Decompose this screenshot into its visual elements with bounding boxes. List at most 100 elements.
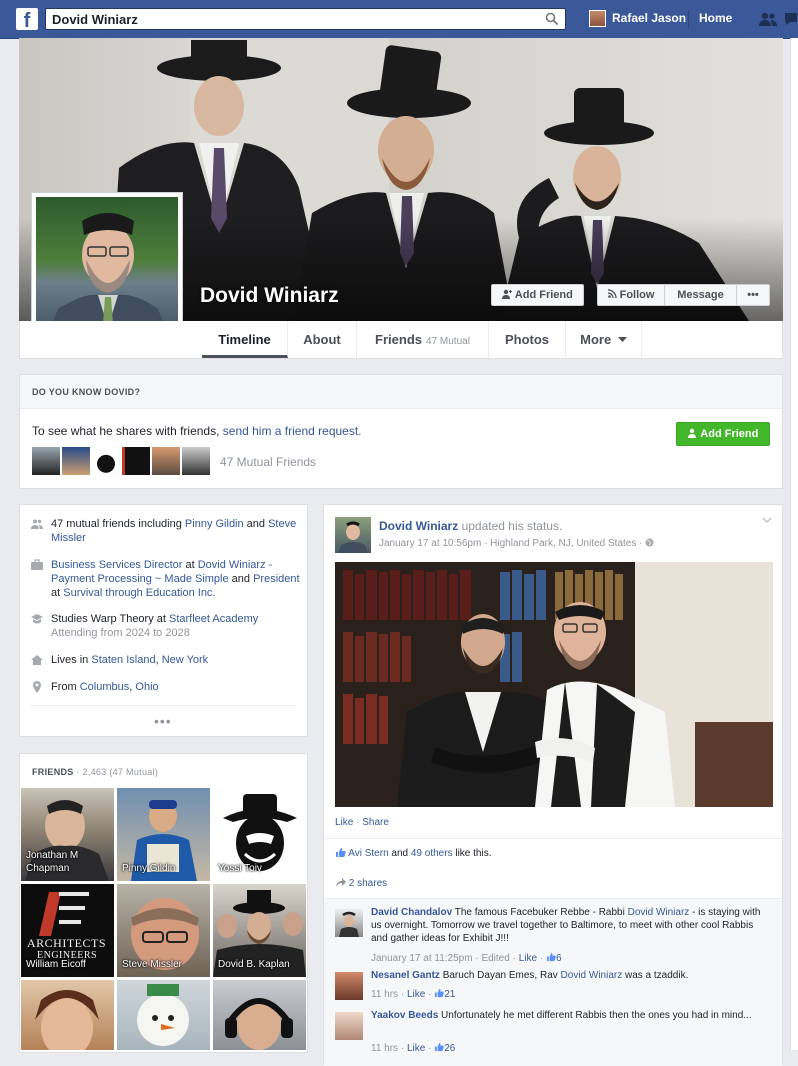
friend-tile[interactable]: Jonathan M Chapman	[21, 788, 114, 881]
city-link[interactable]: Columbus	[80, 681, 130, 693]
send-friend-request-link[interactable]: send him a friend request.	[223, 424, 362, 438]
do-you-know-prefix: To see what he shares with friends,	[32, 424, 223, 438]
post-header: Dovid Winiarz updated his status.	[379, 519, 562, 533]
comment-time[interactable]: January 17 at 11:25pm	[371, 953, 473, 964]
post-photo[interactable]	[335, 562, 773, 807]
comment-meta: 11 hrs · Like · 21	[371, 988, 456, 1000]
friend-tile[interactable]: Yossi Toiv	[213, 788, 306, 881]
post-author-link[interactable]: Dovid Winiarz	[379, 519, 458, 533]
tab-friends[interactable]: Friends 47 Mutual	[357, 321, 489, 358]
friend-name: Yossi Toiv	[218, 863, 262, 874]
tab-about[interactable]: About	[288, 321, 357, 358]
comment-author-link[interactable]: Nesanel Gantz	[371, 970, 440, 981]
friend-tile[interactable]	[117, 980, 210, 1050]
search-input[interactable]	[52, 12, 522, 27]
home-link[interactable]: Home	[699, 11, 732, 25]
tab-timeline[interactable]: Timeline	[202, 321, 288, 358]
mutual-friends-count[interactable]: 47 Mutual Friends	[220, 455, 316, 469]
intro-card: 47 mutual friends including Pinny Gildin…	[19, 504, 308, 737]
friend-tile[interactable]: Steve Missler	[117, 884, 210, 977]
thumbs-up-icon	[546, 952, 556, 962]
mutual-friends-icon	[31, 519, 43, 529]
follow-button[interactable]: Follow	[597, 284, 665, 306]
comment-likes-count[interactable]: 26	[444, 1043, 455, 1054]
profile-picture-image	[36, 197, 178, 339]
profile-name[interactable]: Dovid Winiarz	[200, 284, 339, 308]
comment-avatar[interactable]	[335, 972, 363, 1000]
comment-author-link[interactable]: Yaakov Beeds	[371, 1010, 438, 1021]
home-icon	[31, 655, 43, 665]
school-link[interactable]: Starfleet Academy	[169, 613, 258, 625]
tab-more[interactable]: More	[566, 321, 642, 358]
tab-photos-label: Photos	[504, 332, 550, 347]
friend-tile[interactable]	[21, 980, 114, 1050]
friends-card: FRIENDS · 2,463 (47 Mutual) Jonathan M C…	[19, 753, 308, 1053]
comment-like-link[interactable]: Like	[519, 953, 537, 964]
chevron-down-icon[interactable]	[762, 515, 772, 525]
nav-divider	[688, 10, 689, 28]
search-icon[interactable]	[545, 12, 559, 26]
liker-name-link[interactable]: Avi Stern	[348, 848, 388, 859]
comment-like-link[interactable]: Like	[407, 989, 425, 1000]
comment-mention-link[interactable]: Dovid Winiarz	[628, 907, 690, 918]
post-timestamp-location[interactable]: January 17 at 10:56pm · Highland Park, N…	[379, 538, 645, 549]
friend-tile[interactable]	[213, 980, 306, 1050]
intro-and: and	[243, 518, 269, 530]
do-you-know-card: DO YOU KNOW DOVID? To see what he shares…	[19, 374, 783, 489]
mutual-friend-thumb[interactable]	[32, 447, 60, 475]
tab-photos[interactable]: Photos	[489, 321, 566, 358]
comment-like-link[interactable]: Like	[407, 1043, 425, 1054]
architects-logo-text: ARCHITECTS	[27, 936, 107, 950]
intro-more-button[interactable]: •••	[154, 713, 172, 729]
add-friend-button-green[interactable]: Add Friend	[676, 422, 770, 446]
user-avatar[interactable]	[589, 10, 606, 27]
work-company-link[interactable]: Survival through Education Inc.	[63, 587, 215, 599]
globe-icon[interactable]	[645, 538, 654, 547]
more-options-button[interactable]: •••	[736, 284, 770, 306]
likes-others-link[interactable]: 49 others	[411, 848, 453, 859]
share-link[interactable]: Share	[362, 817, 389, 828]
city-link[interactable]: Staten Island	[91, 654, 155, 666]
work-title-link[interactable]: President	[253, 573, 299, 585]
comment-likes-count[interactable]: 6	[556, 953, 562, 964]
add-friend-green-label: Add Friend	[700, 428, 759, 440]
messages-icon[interactable]	[784, 11, 798, 27]
facebook-logo-icon[interactable]: f	[16, 8, 38, 30]
comment-avatar[interactable]	[335, 909, 363, 937]
friend-tile[interactable]: ARCHITECTS ENGINEERS William Eicoff	[21, 884, 114, 977]
comment-mention-link[interactable]: Dovid Winiarz	[561, 970, 623, 981]
comment-avatar[interactable]	[335, 1012, 363, 1040]
message-label: Message	[677, 289, 724, 301]
like-link[interactable]: Like	[335, 817, 353, 828]
friend-tile[interactable]: Pinny Gildin	[117, 788, 210, 881]
likes-summary: Avi Stern and 49 others like this.	[335, 847, 491, 859]
comment-sep: · Edited ·	[472, 953, 519, 964]
state-link[interactable]: New York	[162, 654, 208, 666]
comment-time[interactable]: 11 hrs	[371, 989, 398, 1000]
comment-author-link[interactable]: David Chandalov	[371, 907, 452, 918]
comment-text: Unfortunately he met different Rabbis th…	[438, 1010, 752, 1021]
shares-summary[interactable]: 2 shares	[335, 877, 387, 889]
search-box[interactable]	[45, 8, 566, 30]
comment-likes-count[interactable]: 21	[444, 989, 455, 1000]
mutual-friend-link[interactable]: Pinny Gildin	[185, 518, 244, 530]
friends-title[interactable]: FRIENDS · 2,463 (47 Mutual)	[32, 767, 158, 777]
comment-time[interactable]: 11 hrs	[371, 1043, 398, 1054]
friend-tile[interactable]: Dovid B. Kaplan	[213, 884, 306, 977]
mutual-friend-thumb[interactable]	[182, 447, 210, 475]
mutual-friend-thumb[interactable]	[122, 447, 150, 475]
intro-study-sub: Attending from 2024 to 2028	[51, 627, 190, 639]
add-friend-button[interactable]: Add Friend	[491, 284, 584, 306]
state-link[interactable]: Ohio	[135, 681, 158, 693]
message-button[interactable]: Message	[664, 284, 737, 306]
mutual-friend-thumb[interactable]	[62, 447, 90, 475]
tab-more-label: More	[580, 332, 612, 347]
add-friend-icon	[687, 428, 696, 438]
friend-requests-icon[interactable]	[758, 11, 778, 27]
mutual-friend-thumb[interactable]	[92, 447, 120, 475]
mutual-friend-thumb[interactable]	[152, 447, 180, 475]
comment-body: Nesanel Gantz Baruch Dayan Emes, Rav Dov…	[371, 969, 771, 982]
user-name-link[interactable]: Rafael Jason	[612, 11, 686, 25]
work-title-link[interactable]: Business Services Director	[51, 559, 182, 571]
post-author-avatar[interactable]	[335, 517, 371, 553]
